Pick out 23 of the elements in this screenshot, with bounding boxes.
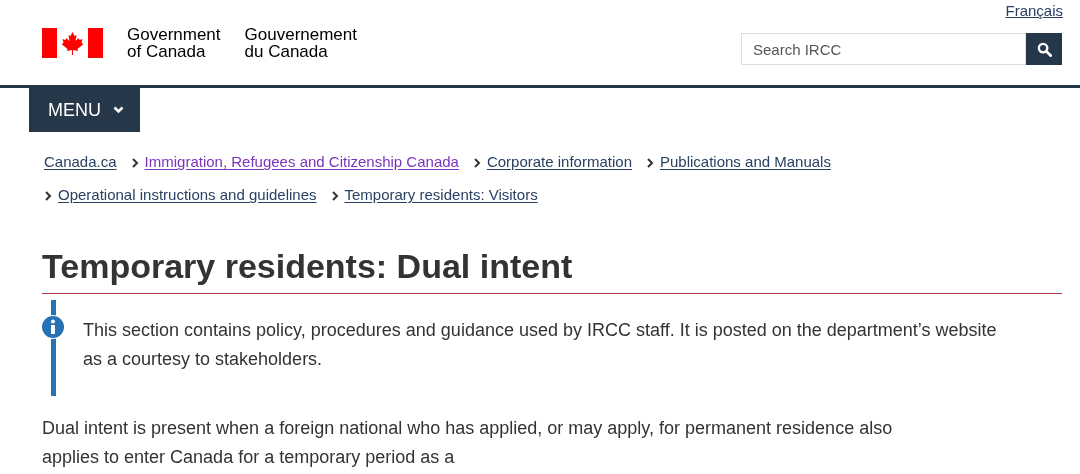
chevron-icon xyxy=(44,190,52,201)
page-title: Temporary residents: Dual intent xyxy=(42,246,1062,294)
search-field[interactable]: Search IRCC xyxy=(741,33,1026,65)
chevron-icon xyxy=(472,157,481,168)
menu-button[interactable]: MENU xyxy=(29,88,140,132)
alert-text: This section contains policy, procedures and guidance used by IRCC staff. It is posted on the department’s website as a courtesy to stakeholders. xyxy=(83,319,998,371)
breadcrumb-link[interactable]: Corporate information xyxy=(486,151,632,174)
government-signature: Government of Canada xyxy=(127,26,221,60)
breadcrumb-link[interactable]: Immigration, Refugees and Citizenship Canada xyxy=(144,151,459,174)
canada-flag-icon xyxy=(42,28,103,58)
chevron-icon xyxy=(330,190,339,201)
breadcrumb-link[interactable]: Temporary residents: Visitors xyxy=(344,184,538,207)
search-icon xyxy=(1036,41,1052,57)
body-paragraph: Dual intent is present when a foreign national who has applied, or may apply, for permanent residence also applies to enter Canada for a temporary period as a xyxy=(42,417,894,469)
language-link[interactable]: Français xyxy=(1005,0,1063,23)
search-button[interactable] xyxy=(1026,33,1062,65)
chevron-icon xyxy=(646,157,654,168)
breadcrumb-link[interactable]: Publications and Manuals xyxy=(660,151,831,174)
chevron-down-icon xyxy=(113,106,124,114)
government-signature: Gouvernement du Canada xyxy=(244,26,357,60)
chevron-icon xyxy=(130,157,139,168)
breadcrumb-link[interactable]: Operational instructions and guidelines xyxy=(58,184,317,207)
breadcrumb-link[interactable]: Canada.ca xyxy=(44,151,117,174)
